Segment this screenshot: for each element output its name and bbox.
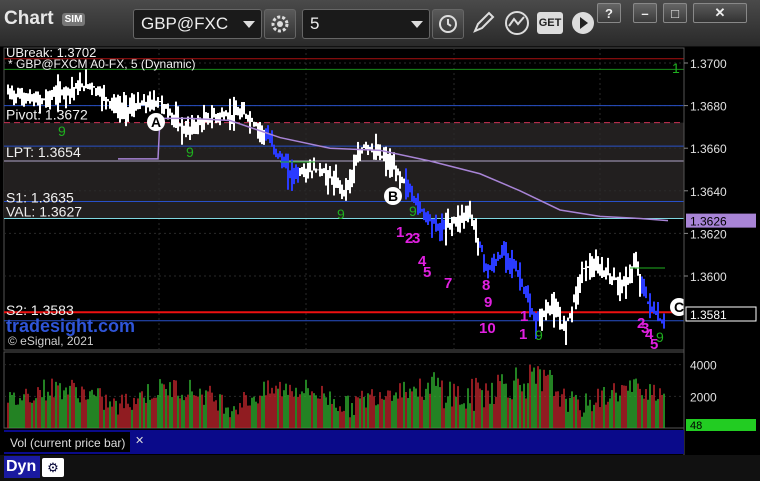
play-button[interactable] xyxy=(570,10,596,41)
y-tick-label: 1.3600 xyxy=(690,270,727,284)
maximize-button[interactable]: □ xyxy=(663,3,687,23)
chart-title: Chart xyxy=(4,8,54,29)
help-label: ? xyxy=(605,5,613,21)
gear-icon xyxy=(271,15,289,33)
link-icon[interactable]: ⚙ xyxy=(42,458,64,477)
y-tick-label: 1.3660 xyxy=(690,142,727,156)
close-button[interactable]: ✕ xyxy=(693,3,747,23)
setup-count: 9 xyxy=(186,144,194,160)
volume-tick-label: 2000 xyxy=(690,390,717,404)
sim-badge: SIM xyxy=(61,12,86,26)
last-price-label: 1.3581 xyxy=(690,308,727,322)
get-label: GET xyxy=(538,17,562,29)
interval-select[interactable]: 5 xyxy=(302,9,430,39)
setup-count: 9 xyxy=(409,203,417,219)
interval-value: 5 xyxy=(310,14,320,33)
window-title: Chart SIM xyxy=(4,8,86,30)
sequential-count: 8 xyxy=(482,277,490,294)
pencil-icon xyxy=(473,11,495,33)
symbol-header: * GBP@FXCM A0-FX, 5 (Dynamic) xyxy=(8,57,196,71)
sequential-count: 5 xyxy=(423,264,431,281)
y-tick-label: 1.3700 xyxy=(690,57,727,71)
sequential-count: 1 xyxy=(519,326,527,343)
setup-count: 9 xyxy=(337,206,345,222)
sequential-count: 1 xyxy=(396,224,404,241)
dyn-tab[interactable]: Dyn xyxy=(4,456,40,478)
y-tick-label: 1.3680 xyxy=(690,100,727,114)
time-button[interactable] xyxy=(432,9,464,39)
ma-tag-label: 1.3626 xyxy=(690,215,727,229)
chart-window: Chart SIM GBP@FXC 5 GET ? – □ ✕ Pivot: 1… xyxy=(0,0,760,481)
chevron-down-icon xyxy=(411,21,423,28)
sequential-count: 10 xyxy=(479,320,496,337)
level-label: Pivot: 1.3672 xyxy=(6,107,88,123)
get-button[interactable]: GET xyxy=(537,12,563,34)
maximize-label: □ xyxy=(671,5,679,21)
setup-count: 1 xyxy=(672,60,680,76)
clock-icon xyxy=(439,15,457,33)
sequential-count: 9 xyxy=(484,294,492,311)
watermark: tradesight.com xyxy=(6,316,135,336)
symbol-select[interactable]: GBP@FXC xyxy=(133,9,262,39)
dyn-label: Dyn xyxy=(6,458,37,475)
setup-count: 9 xyxy=(656,329,664,345)
play-icon xyxy=(572,12,594,34)
close-icon: ✕ xyxy=(135,435,144,447)
close-label: ✕ xyxy=(714,5,726,20)
volume-last-label: 48 xyxy=(690,420,702,432)
annotation-label: A xyxy=(151,114,161,130)
y-tick-label: 1.3620 xyxy=(690,227,727,241)
study-button[interactable] xyxy=(503,10,531,41)
level-label: LPT: 1.3654 xyxy=(6,144,81,160)
help-button[interactable]: ? xyxy=(597,3,621,23)
price-chart[interactable]: Pivot: 1.3672LPT: 1.3654S1: 1.3635VAL: 1… xyxy=(0,46,760,455)
volume-tick-label: 4000 xyxy=(690,359,717,373)
chevron-down-icon xyxy=(243,21,255,28)
annotation-label: C xyxy=(674,299,684,315)
value-area-band xyxy=(4,122,684,219)
annotation-label: B xyxy=(388,188,398,204)
settings-button[interactable] xyxy=(264,9,296,39)
draw-tool-button[interactable] xyxy=(470,10,496,41)
y-tick-label: 1.3640 xyxy=(690,185,727,199)
sequential-count: 7 xyxy=(444,275,452,292)
setup-count: 9 xyxy=(58,123,66,139)
footer-bar xyxy=(0,455,760,481)
sequential-count: 3 xyxy=(412,230,420,247)
minimize-button[interactable]: – xyxy=(633,3,657,23)
copyright: © eSignal, 2021 xyxy=(8,334,94,348)
sequential-count: 1 xyxy=(520,308,528,325)
volume-label: Vol (current price bar) xyxy=(10,436,125,450)
toolbar: Chart SIM GBP@FXC 5 GET ? – □ ✕ xyxy=(0,0,760,47)
symbol-value: GBP@FXC xyxy=(141,14,229,33)
study-icon xyxy=(505,11,529,35)
level-label: VAL: 1.3627 xyxy=(6,203,82,219)
minimize-label: – xyxy=(641,5,649,21)
y-axis-panel xyxy=(684,48,760,350)
setup-count: 9 xyxy=(535,327,543,343)
